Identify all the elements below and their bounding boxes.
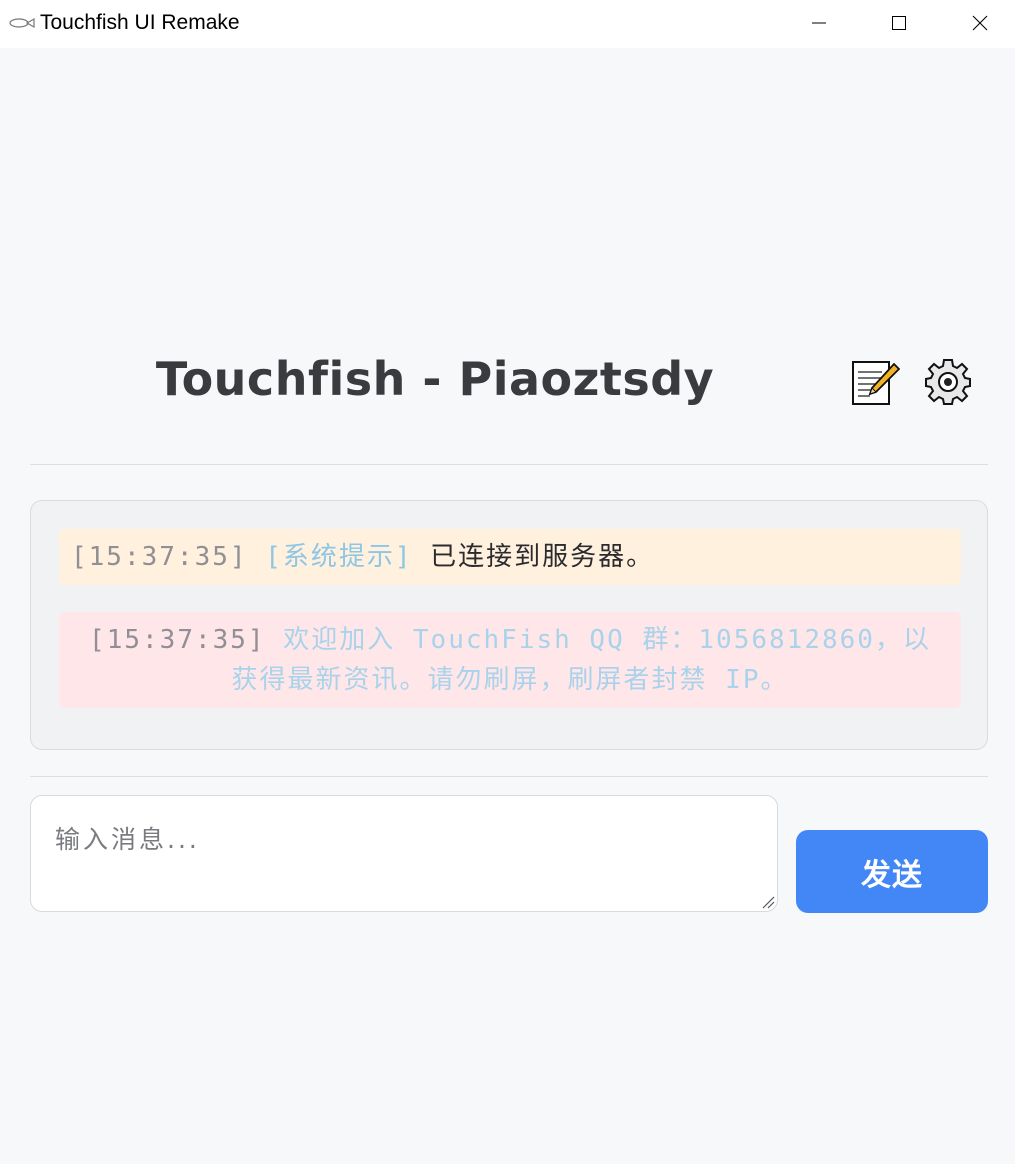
minimize-button[interactable] — [796, 0, 842, 46]
maximize-icon — [892, 16, 906, 30]
message-text: 欢迎加入 TouchFish QQ 群：1056812860，以获得最新资讯。请… — [231, 625, 931, 695]
close-button[interactable] — [957, 0, 1003, 46]
message-timestamp: [15:37:35] — [71, 542, 248, 572]
window-titlebar: Touchfish UI Remake — [0, 0, 1015, 48]
input-placeholder: 输入消息... — [55, 825, 200, 854]
message-timestamp: [15:37:35] — [89, 625, 266, 655]
minimize-icon — [812, 22, 826, 24]
maximize-button[interactable] — [876, 0, 922, 46]
app-icon — [9, 17, 35, 29]
welcome-message: [15:37:35] 欢迎加入 TouchFish QQ 群：105681286… — [59, 612, 961, 708]
close-icon — [972, 15, 988, 31]
memo-icon[interactable] — [848, 356, 900, 408]
composer-divider — [30, 776, 988, 777]
send-button[interactable]: 发送 — [796, 830, 988, 913]
resize-grip-icon[interactable] — [761, 895, 775, 909]
page-title: Touchfish - Piaoztsdy — [155, 352, 715, 406]
header-divider — [30, 464, 988, 465]
gear-icon[interactable] — [922, 356, 974, 408]
system-message: [15:37:35] [系统提示] 已连接到服务器。 — [59, 529, 961, 585]
message-input[interactable]: 输入消息... — [30, 795, 778, 912]
chat-log[interactable]: [15:37:35] [系统提示] 已连接到服务器。 [15:37:35] 欢迎… — [30, 500, 988, 750]
system-tag: [系统提示] — [265, 542, 413, 572]
window-title: Touchfish UI Remake — [40, 11, 240, 34]
message-text: 已连接到服务器。 — [430, 542, 655, 572]
